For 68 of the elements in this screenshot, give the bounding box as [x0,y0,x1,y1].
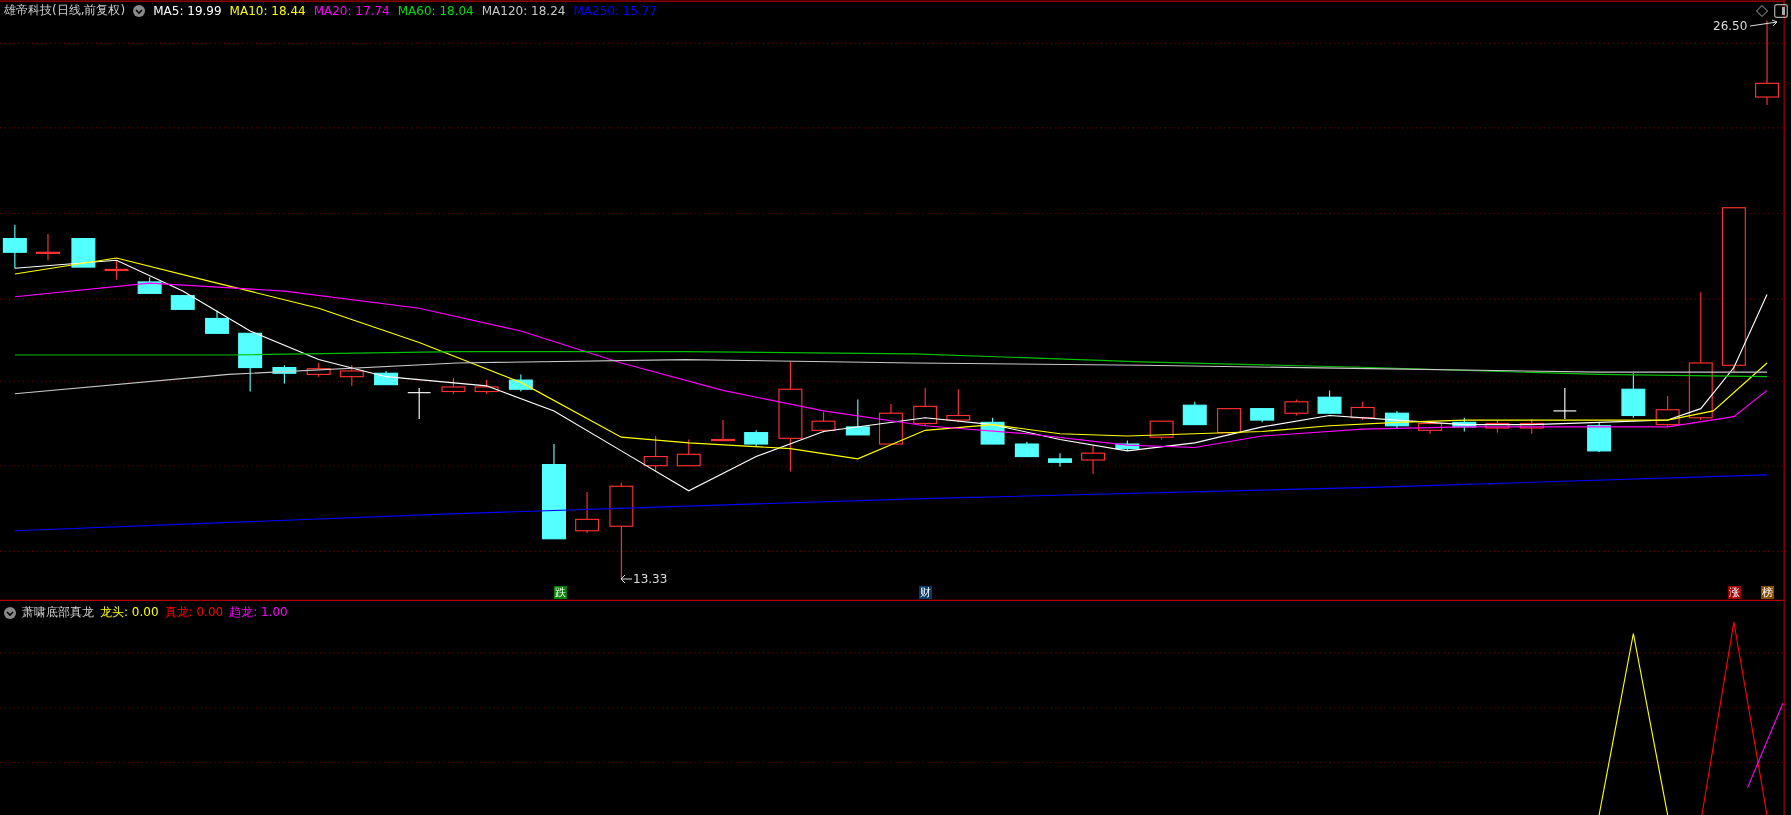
indicator-value: 趋龙: 1.00 [229,604,288,621]
chevron-down-icon[interactable] [4,606,16,619]
candlestick [1250,408,1275,423]
stock-title: 雄帝科技(日线,前复权) [4,2,126,19]
candlestick [1350,401,1375,421]
candlestick [1182,401,1207,426]
candlestick [170,295,195,310]
candlestick [1081,444,1106,475]
candlestick [1317,389,1342,414]
candlestick [137,276,162,294]
event-marker[interactable]: 涨 [1728,586,1741,599]
candlestick [272,364,297,385]
candlestick [575,491,600,534]
candlestick [104,259,129,281]
candlestick [306,362,331,378]
candlestick [1014,441,1039,458]
chevron-down-icon[interactable] [133,4,146,17]
arrow-icon [620,574,632,584]
panel-toggle-icon[interactable] [1774,4,1788,18]
candlestick [913,387,938,427]
candlestick [1048,452,1072,468]
moving-average-value: MA120: 18.24 [481,3,566,18]
event-marker[interactable]: 跌 [554,586,567,599]
candlestick [339,364,364,387]
candlestick [2,224,27,269]
candlestick [1217,408,1241,436]
candlestick [811,411,836,434]
candlestick [1552,387,1577,420]
candlestick [36,233,60,261]
candlestick [744,429,769,447]
candlestick [1655,395,1680,428]
candlestick [508,373,533,393]
candlestick [1115,440,1140,452]
indicator-value: 龙头: 0.00 [100,604,159,621]
candlestick [441,377,466,395]
moving-average-value: MA10: 18.44 [229,3,306,18]
candlestick [711,419,736,442]
high-price-label: 26.50 [1713,19,1748,33]
candlestick [1418,420,1443,435]
event-marker[interactable]: 榜 [1761,586,1774,599]
candlestick [407,387,432,420]
candlestick [1519,418,1544,435]
candlestick [676,438,701,467]
candlestick [878,403,903,445]
candlestick [643,435,668,472]
indicator-value: 真龙: 0.00 [164,604,224,621]
candlestick [1149,420,1174,441]
low-price-label: 13.33 [633,572,668,586]
moving-average-value: MA5: 19.99 [153,3,222,18]
moving-average-value: MA60: 18.04 [397,3,474,18]
candlestick [1621,372,1646,419]
candlestick [1587,421,1612,453]
moving-average-value: MA20: 17.74 [313,3,390,18]
moving-average-value: MA250: 15.77 [573,3,658,18]
candlestick [71,238,96,268]
candlestick [1485,419,1510,434]
diamond-icon[interactable] [1756,5,1768,17]
candlestick [238,332,263,393]
candlestick [1284,398,1309,417]
candlestick [374,370,399,386]
candlestick [205,309,229,334]
candlestick [946,388,971,423]
arrow-icon [1750,19,1780,29]
indicator-title: 萧啸底部真龙 [22,604,94,621]
candlestick [845,398,870,436]
candlestick [1452,417,1477,433]
event-marker[interactable]: 财 [919,586,932,599]
candlestick [474,379,499,395]
